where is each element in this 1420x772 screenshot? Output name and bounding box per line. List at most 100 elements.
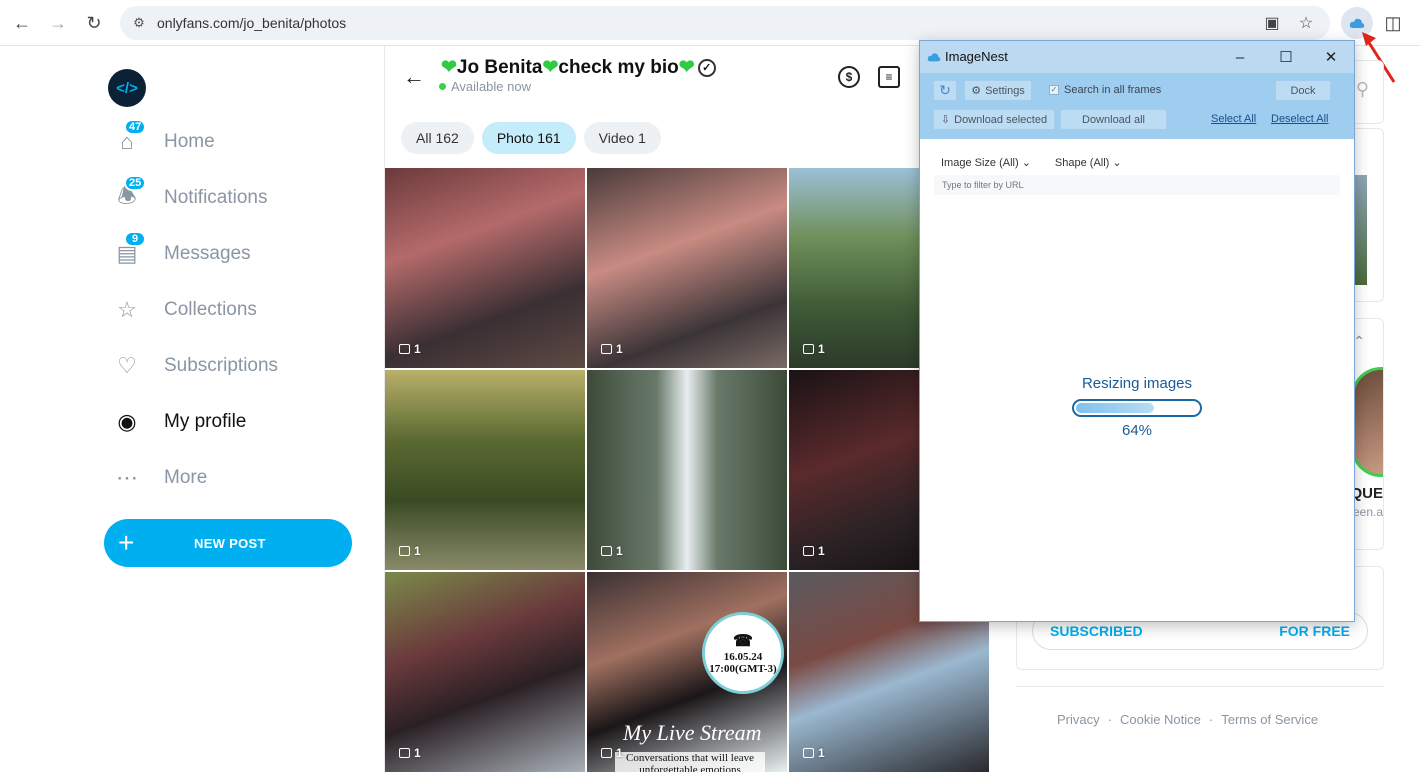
photo-tile[interactable]: 1 [385,370,585,570]
image-icon [399,344,410,354]
media-count: 1 [601,544,623,558]
search-icon[interactable]: ⚲ [1356,79,1369,100]
resizing-status: Resizing images [1081,375,1193,392]
user-heart-icon: ♡ [117,353,137,378]
photo-tile[interactable]: 1 [587,370,787,570]
url-text[interactable]: onlyfans.com/jo_benita/photos [157,15,346,31]
home-badge: 47 [124,119,147,135]
media-count: 1 [601,342,623,356]
forward-arrow-icon[interactable]: → [45,10,71,36]
image-icon [803,748,814,758]
sidebar-item-label: Messages [164,243,251,264]
sidebar-item-label: My profile [164,411,247,432]
select-all-link[interactable]: Select All [1211,113,1256,125]
download-icon: ⇩ [940,114,951,126]
photo-tile[interactable]: 1 [587,168,787,368]
profile-name[interactable]: ❤Jo Benita❤check my bio❤ ✓ [441,56,716,79]
minimize-icon[interactable]: – [1230,47,1250,67]
message-icon[interactable]: ≡ [878,66,900,88]
green-heart-icon: ❤ [542,57,559,78]
back-arrow-icon[interactable]: ← [9,10,35,36]
sidebar-item-home[interactable]: ⌂ 47 Home [110,119,370,162]
media-count: 1 [803,342,825,356]
media-count: 1 [803,746,825,760]
imagenest-titlebar[interactable]: ImageNest – ☐ ✕ [920,41,1354,73]
messages-badge: 9 [124,231,146,247]
sidebar-item-notifications[interactable]: 🕭 25 Notifications [110,175,370,218]
profile-icon: ◉ [117,409,137,434]
tab-all[interactable]: All 162 [401,122,474,154]
shape-dropdown[interactable]: Shape (All) ⌄ [1055,156,1122,169]
photo-tile[interactable]: 1 [385,168,585,368]
media-count: 1 [399,342,421,356]
image-icon [601,748,612,758]
profile-media-column: ← ❤Jo Benita❤check my bio❤ ✓ Available no… [384,46,989,772]
tip-dollar-icon[interactable]: $ [838,66,860,88]
image-icon [399,546,410,556]
availability-status: Available now [439,79,531,94]
new-post-button[interactable]: + NEW POST [104,519,352,567]
settings-button[interactable]: ⚙ Settings [964,80,1032,101]
back-arrow-icon[interactable]: ← [403,64,425,90]
creator-avatar[interactable] [1351,367,1383,477]
tab-video[interactable]: Video 1 [583,122,661,154]
suggestion-banner-image[interactable] [1353,175,1367,285]
maximize-icon[interactable]: ☐ [1276,47,1296,67]
download-selected-button[interactable]: ⇩ Download selected [933,109,1055,130]
green-heart-icon: ❤ [678,57,695,78]
image-icon [601,546,612,556]
photo-grid: 1 1 1 1 1 1 1 ☎ 16.05.24 17:00(GMT-3) My… [385,168,989,772]
tab-photo[interactable]: Photo 161 [481,122,576,154]
search-all-frames-checkbox[interactable]: ✓ Search in all frames [1049,84,1161,96]
stream-date-badge: ☎ 16.05.24 17:00(GMT-3) [702,612,784,694]
creator-name[interactable]: QUE [1350,485,1383,502]
chevron-down-icon: ⌄ [1112,157,1122,169]
imagenest-window: ImageNest – ☐ ✕ ↻ ⚙ Settings ✓ Search in a… [919,40,1355,622]
chevron-up-icon[interactable]: ⌃ [1353,333,1365,350]
cookie-notice-link[interactable]: Cookie Notice [1120,712,1201,727]
media-filter-tabs: All 162 Photo 161 Video 1 [401,122,661,154]
terms-link[interactable]: Terms of Service [1221,712,1318,727]
image-size-dropdown[interactable]: Image Size (All) ⌄ [941,156,1031,169]
sidebar-item-collections[interactable]: ☆ Collections [110,290,370,330]
install-app-icon[interactable]: ▣ [1262,13,1282,33]
deselect-all-link[interactable]: Deselect All [1271,113,1328,125]
privacy-link[interactable]: Privacy [1057,712,1100,727]
gear-icon: ⚙ [971,85,982,97]
chevron-down-icon: ⌄ [1021,157,1031,169]
sidebar-item-label: Notifications [164,187,268,208]
sidebar-item-subscriptions[interactable]: ♡ Subscriptions [110,346,370,386]
plus-icon: + [118,527,135,558]
more-icon: ⋯ [116,465,138,490]
close-icon[interactable]: ✕ [1321,47,1341,67]
media-count: 1 [601,746,623,760]
reload-icon[interactable]: ↻ [81,10,107,36]
photo-tile[interactable]: 1 [385,572,585,772]
progress-fill [1076,403,1155,413]
dock-button[interactable]: Dock [1275,80,1331,101]
onlyfans-logo[interactable]: </> [108,69,146,107]
chat-icon: ▤ 9 [110,231,146,271]
image-icon [803,546,814,556]
site-settings-icon[interactable]: ⚙ [130,14,148,32]
green-heart-icon: ❤ [441,57,457,78]
download-all-button[interactable]: Download all [1060,109,1167,130]
sidebar-item-label: Home [164,131,215,152]
creator-handle: een.a [1352,505,1383,519]
address-bar[interactable]: ⚙ onlyfans.com/jo_benita/photos ▣ ☆ [120,6,1330,40]
photo-tile-live-stream[interactable]: ☎ 16.05.24 17:00(GMT-3) My Live Stream C… [587,572,787,772]
sidebar-item-messages[interactable]: ▤ 9 Messages [110,231,370,274]
window-title: ImageNest [945,49,1008,64]
refresh-button[interactable]: ↻ [933,80,957,101]
media-count: 1 [399,544,421,558]
stream-title: My Live Stream [623,720,762,745]
sidebar-item-my-profile[interactable]: ◉ My profile [110,402,370,442]
media-count: 1 [399,746,421,760]
media-count: 1 [803,544,825,558]
bell-icon: 🕭 25 [110,175,147,215]
sidebar-item-label: More [164,467,208,488]
sidebar-item-more[interactable]: ⋯ More [110,458,370,498]
url-filter-input[interactable] [934,175,1340,195]
bookmark-star-icon[interactable]: ☆ [1296,13,1316,33]
footer: Privacy · Cookie Notice · Terms of Service [1016,686,1384,727]
